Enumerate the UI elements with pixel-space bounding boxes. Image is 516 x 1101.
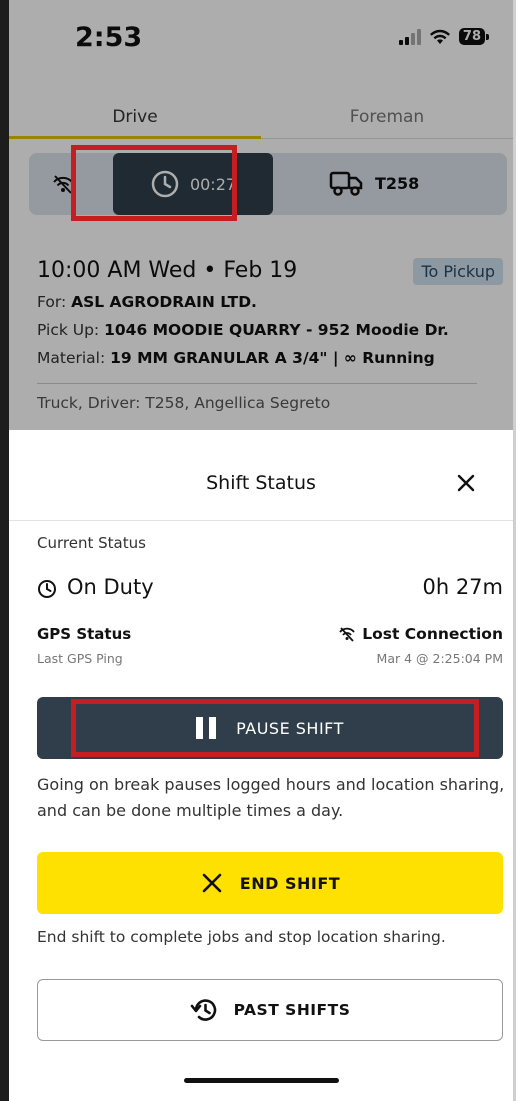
end-description: End shift to complete jobs and stop loca…	[37, 928, 446, 946]
close-icon	[457, 474, 475, 492]
gps-off-icon	[339, 627, 355, 642]
end-shift-label: END SHIFT	[239, 873, 341, 893]
current-status-label: Current Status	[37, 534, 146, 552]
highlight-box-pause	[71, 699, 479, 757]
end-shift-button[interactable]: END SHIFT	[37, 852, 503, 914]
close-button[interactable]	[451, 468, 481, 498]
sheet-title: Shift Status	[206, 472, 316, 494]
highlight-box-timer	[71, 145, 237, 221]
close-icon	[202, 873, 222, 893]
gps-row: GPS Status Lost Connection Last GPS Ping…	[37, 625, 503, 666]
last-ping-value: Mar 4 @ 2:25:04 PM	[376, 651, 503, 666]
device-edge-left	[0, 0, 9, 1101]
gps-status-value: Lost Connection	[362, 625, 503, 643]
duty-status: On Duty	[67, 575, 154, 599]
home-indicator[interactable]	[184, 1078, 339, 1083]
history-icon	[190, 999, 216, 1021]
shift-status-sheet: Shift Status Current Status On Duty 0h 2…	[9, 430, 513, 1101]
last-ping-label: Last GPS Ping	[37, 651, 123, 666]
duty-duration: 0h 27m	[422, 575, 503, 599]
clock-icon	[38, 580, 56, 598]
divider	[9, 520, 513, 521]
duty-row: On Duty 0h 27m	[37, 575, 503, 605]
past-shifts-button[interactable]: PAST SHIFTS	[37, 979, 503, 1041]
phone-screen: 2:53 78 Drive Foreman 00:27 T258 10:00 A…	[9, 0, 513, 1101]
past-shifts-label: PAST SHIFTS	[233, 1001, 351, 1019]
pause-description: Going on break pauses logged hours and l…	[37, 775, 505, 820]
gps-status-value-group: Lost Connection	[338, 625, 503, 643]
